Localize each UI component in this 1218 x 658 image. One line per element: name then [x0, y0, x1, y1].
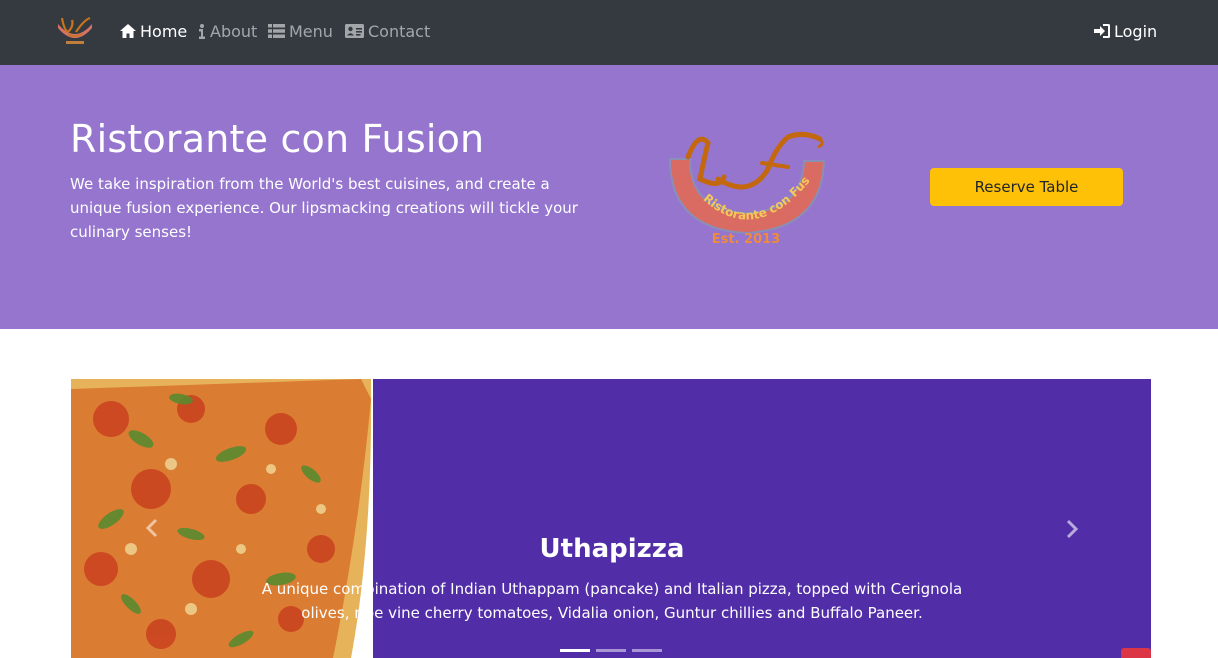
home-icon: [120, 24, 136, 38]
info-icon: [199, 23, 205, 39]
nav-contact-label: Contact: [368, 21, 431, 41]
jumbotron: Ristorante con Fusion We take inspiratio…: [0, 65, 1218, 329]
restaurant-logo-image: Ristorante con Fusion Est. 2013: [660, 118, 826, 247]
carousel-next-button[interactable]: [1059, 517, 1083, 541]
nav-home-label: Home: [140, 21, 188, 41]
restaurant-logo: Ristorante con Fusion Est. 2013: [660, 118, 834, 253]
carousel-indicator-2[interactable]: [596, 649, 626, 652]
nav-about[interactable]: About: [198, 19, 257, 43]
logo-est-text: Est. 2013: [712, 232, 780, 247]
navbar: Home About Menu Contact Login: [0, 0, 1218, 65]
carousel-caption-title: Uthapizza: [539, 534, 685, 564]
nav-about-label: About: [210, 21, 258, 41]
address-card-icon: [345, 24, 364, 38]
carousel: Uthapizza A unique combination of Indian…: [71, 379, 1151, 658]
brand-logo[interactable]: [54, 14, 96, 48]
login-link[interactable]: Login: [1094, 19, 1157, 43]
carousel-indicators: [560, 649, 662, 652]
brand-logo-icon: [58, 16, 92, 44]
chevron-right-icon: [1066, 519, 1079, 539]
nav-contact[interactable]: Contact: [345, 19, 430, 43]
sign-in-icon: [1094, 24, 1110, 38]
nav-home[interactable]: Home: [120, 19, 187, 43]
nav-menu-label: Menu: [289, 21, 333, 41]
reserve-table-button[interactable]: Reserve Table: [930, 168, 1123, 206]
page-title: Ristorante con Fusion: [70, 117, 485, 161]
carousel-indicator-1[interactable]: [560, 649, 590, 652]
login-label: Login: [1114, 21, 1158, 41]
scroll-top-button[interactable]: [1121, 648, 1151, 658]
list-icon: [268, 24, 285, 38]
chevron-left-icon: [145, 518, 158, 538]
carousel-caption-text: A unique combination of Indian Uthappam …: [261, 580, 963, 622]
carousel-indicator-3[interactable]: [632, 649, 662, 652]
nav-menu[interactable]: Menu: [268, 19, 333, 43]
intro-text: We take inspiration from the World's bes…: [70, 175, 578, 241]
carousel-prev-button[interactable]: [141, 516, 165, 540]
